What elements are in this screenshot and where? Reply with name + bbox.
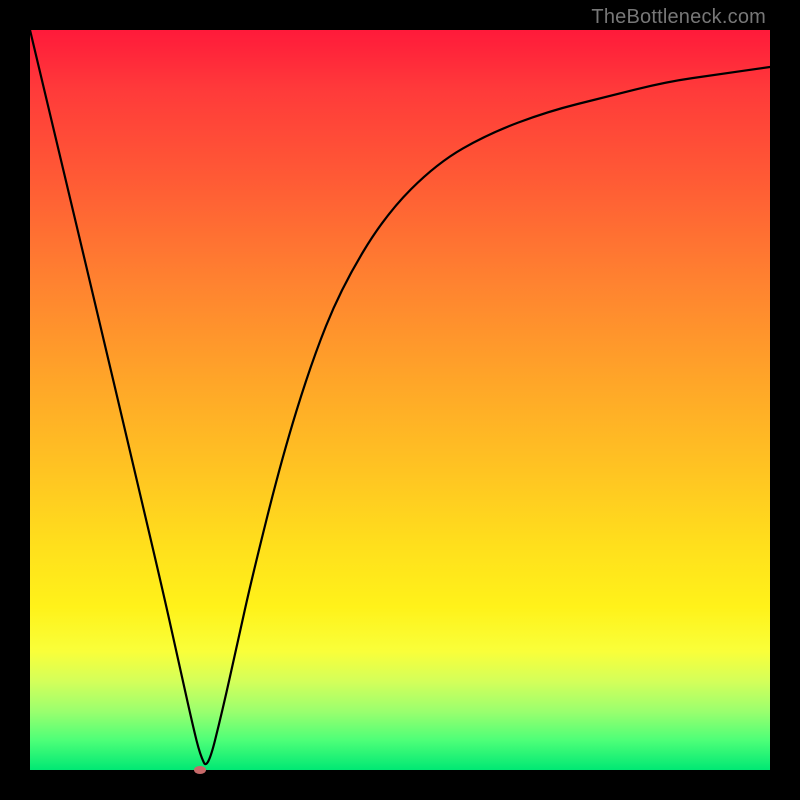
curve-layer: [30, 30, 770, 770]
watermark-text: TheBottleneck.com: [591, 6, 766, 29]
minimum-marker: [194, 766, 206, 774]
chart-frame: TheBottleneck.com: [0, 0, 800, 800]
plot-area: [30, 30, 770, 770]
bottleneck-curve: [30, 30, 770, 764]
